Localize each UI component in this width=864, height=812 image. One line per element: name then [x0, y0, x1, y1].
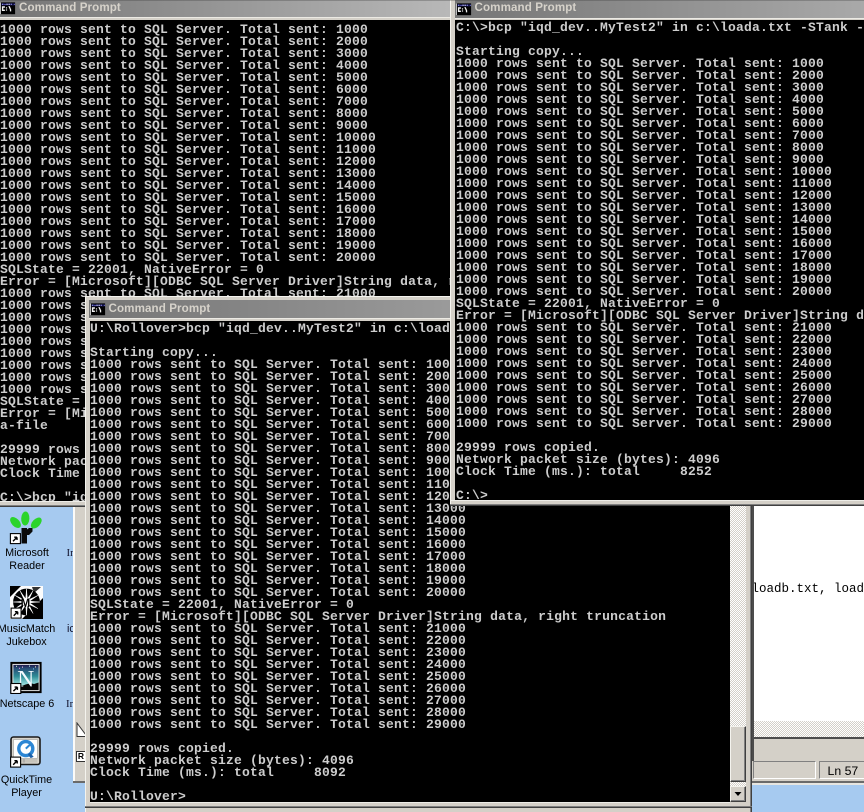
svg-text:M: M	[21, 598, 31, 610]
